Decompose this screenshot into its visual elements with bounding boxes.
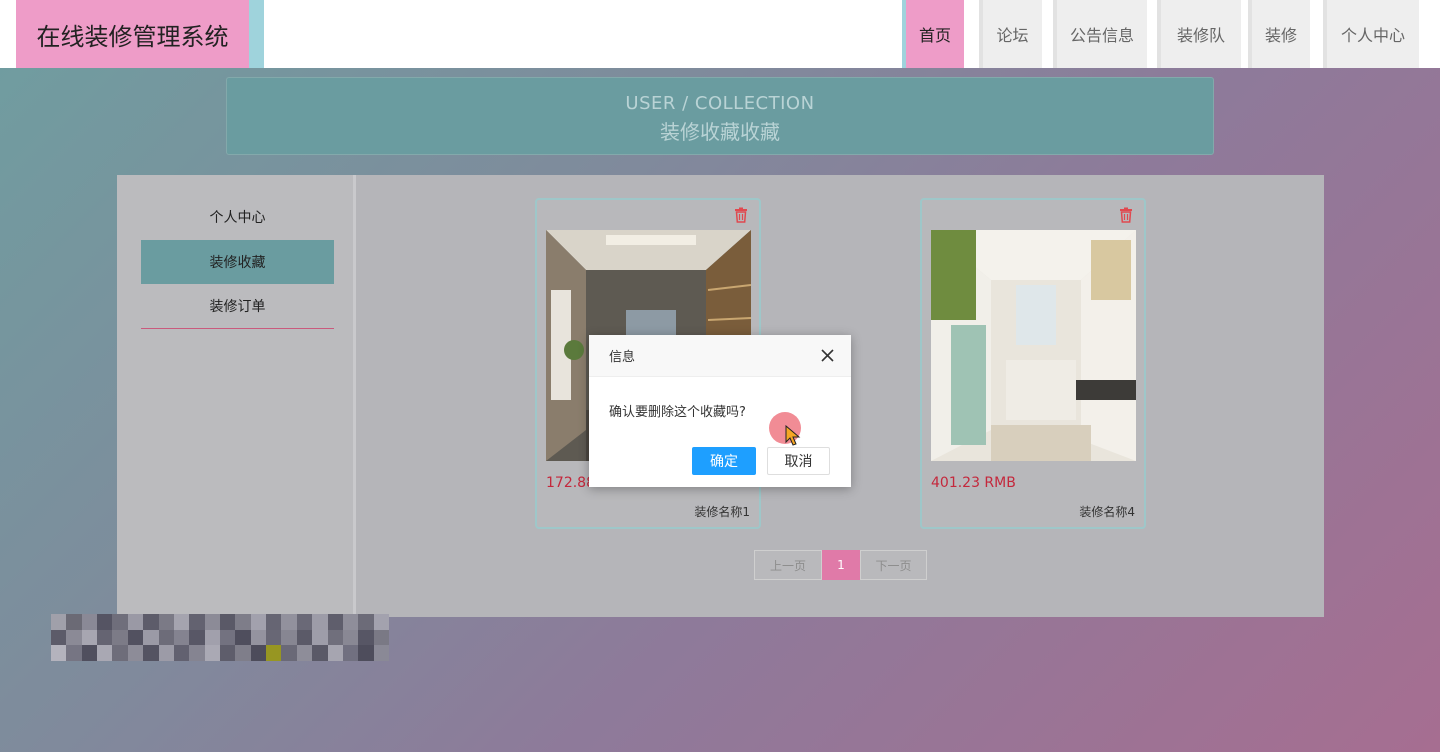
sidebar-item-collection[interactable]: 装修收藏: [141, 240, 334, 284]
sidebar-item-user-center[interactable]: 个人中心: [141, 195, 334, 239]
sidebar-item-orders[interactable]: 装修订单: [141, 284, 334, 328]
dialog-title: 信息: [609, 350, 636, 365]
current-page[interactable]: 1: [822, 550, 860, 580]
page-banner: USER / COLLECTION 装修收藏收藏: [226, 77, 1214, 155]
nav-announcements[interactable]: 公告信息: [1053, 0, 1147, 68]
collection-card[interactable]: 401.23 RMB 装修名称4: [920, 198, 1146, 529]
card-price: 401.23 RMB: [931, 475, 1016, 491]
cancel-button[interactable]: 取消: [767, 447, 830, 475]
next-page-button[interactable]: 下一页: [860, 550, 927, 580]
mouse-cursor-icon: [785, 425, 801, 446]
close-icon[interactable]: [821, 349, 834, 362]
site-logo[interactable]: 在线装修管理系统: [16, 0, 249, 68]
card-name[interactable]: 装修名称1: [694, 503, 750, 520]
sidebar: 个人中心 装修收藏 装修订单: [117, 175, 356, 617]
trash-icon[interactable]: [1118, 207, 1134, 223]
top-navbar: 在线装修管理系统 首页 论坛 公告信息 装修队 装修 个人中心: [0, 0, 1440, 68]
banner-chinese-title: 装修收藏收藏: [660, 120, 780, 144]
nav-home[interactable]: 首页: [902, 0, 964, 68]
confirm-button[interactable]: 确定: [692, 447, 756, 475]
prev-page-button[interactable]: 上一页: [754, 550, 822, 580]
renovation-photo[interactable]: [931, 230, 1136, 461]
banner-english-title: USER / COLLECTION: [625, 93, 815, 114]
card-name[interactable]: 装修名称4: [1079, 503, 1135, 520]
dialog-message: 确认要删除这个收藏吗?: [609, 405, 746, 420]
nav-forum[interactable]: 论坛: [979, 0, 1042, 68]
pixelated-watermark: [51, 614, 389, 661]
nav-user-center[interactable]: 个人中心: [1323, 0, 1419, 68]
pagination: 上一页 1 下一页: [754, 550, 927, 580]
logo-stripe: [249, 0, 264, 68]
trash-icon[interactable]: [733, 207, 749, 223]
sidebar-divider: [141, 328, 334, 329]
nav-renovation-team[interactable]: 装修队: [1157, 0, 1241, 68]
confirm-dialog: 信息 确认要删除这个收藏吗? 确定 取消: [589, 335, 851, 487]
dialog-header: 信息: [589, 335, 851, 377]
nav-renovation[interactable]: 装修: [1248, 0, 1310, 68]
